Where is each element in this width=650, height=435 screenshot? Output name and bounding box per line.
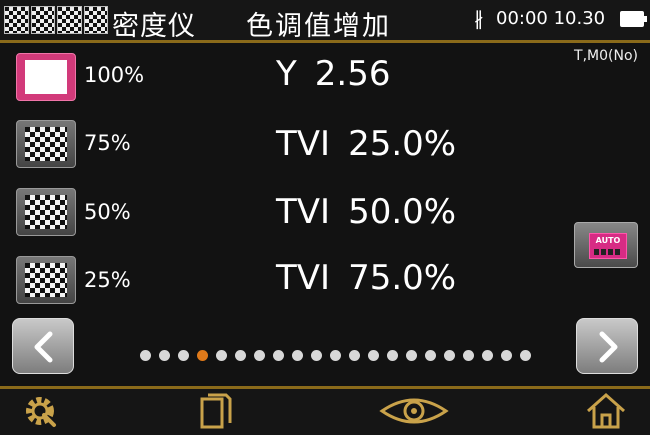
measurement-row-3: TVI 50.0% bbox=[276, 192, 456, 232]
page-dot bbox=[482, 350, 493, 361]
page-dot bbox=[273, 350, 284, 361]
patch-25-button[interactable] bbox=[16, 256, 76, 304]
patch-percent-75: 75% bbox=[84, 131, 131, 155]
battery-icon bbox=[620, 11, 647, 27]
measurement-value: 75.0% bbox=[348, 258, 457, 298]
header-bar: 密度仪 色调值增加 ∦ 00:00 10.30 bbox=[0, 0, 650, 43]
page-dot bbox=[406, 350, 417, 361]
page-dot bbox=[368, 350, 379, 361]
auto-label: AUTO bbox=[595, 236, 621, 245]
page-dot bbox=[311, 350, 322, 361]
bluetooth-icon: ∦ bbox=[474, 8, 484, 30]
measurement-mode-label: T,M0(No) bbox=[574, 48, 638, 64]
bottom-toolbar bbox=[0, 386, 650, 435]
clock-display: 00:00 10.30 bbox=[496, 8, 606, 29]
page-title: 色调值增加 bbox=[246, 11, 391, 42]
page-dot bbox=[140, 350, 151, 361]
page-dot bbox=[235, 350, 246, 361]
chevron-right-icon bbox=[599, 331, 618, 363]
measurement-label: TVI bbox=[276, 124, 331, 164]
page-dot bbox=[463, 350, 474, 361]
measurement-row-2: TVI 25.0% bbox=[276, 124, 456, 164]
eye-icon[interactable] bbox=[378, 391, 450, 431]
page-dot bbox=[501, 350, 512, 361]
page-dot-active bbox=[197, 350, 208, 361]
measurement-row-4: TVI 75.0% bbox=[276, 258, 456, 298]
page-dot bbox=[330, 350, 341, 361]
next-page-button[interactable] bbox=[576, 318, 638, 374]
gear-icon[interactable] bbox=[18, 391, 62, 431]
measurement-row-1: Y 2.56 bbox=[276, 54, 390, 94]
measurement-value: 25.0% bbox=[348, 124, 457, 164]
densitometer-screen: 密度仪 色调值增加 ∦ 00:00 10.30 T,M0(No) 100% Y2… bbox=[0, 0, 650, 435]
page-dot bbox=[178, 350, 189, 361]
patch-100-button[interactable] bbox=[16, 53, 76, 101]
patch-percent-50: 50% bbox=[84, 200, 131, 224]
home-icon[interactable] bbox=[584, 391, 628, 431]
measurement-label: Y bbox=[276, 54, 297, 94]
page-dot bbox=[292, 350, 303, 361]
measurement-value: 2.56 bbox=[314, 54, 391, 94]
page-dot bbox=[387, 350, 398, 361]
chevron-left-icon bbox=[34, 331, 53, 363]
patch-percent-100: 100% bbox=[84, 63, 145, 87]
measurement-value: 50.0% bbox=[348, 192, 457, 232]
prev-page-button[interactable] bbox=[12, 318, 74, 374]
page-indicator bbox=[140, 350, 531, 362]
page-dot bbox=[216, 350, 227, 361]
app-title: 密度仪 bbox=[112, 11, 196, 42]
measurement-label: TVI bbox=[276, 258, 331, 298]
page-dot bbox=[425, 350, 436, 361]
patch-75-button[interactable] bbox=[16, 120, 76, 168]
auto-button[interactable]: AUTO bbox=[574, 222, 638, 268]
auto-icon: AUTO bbox=[589, 233, 627, 259]
patch-50-button[interactable] bbox=[16, 188, 76, 236]
page-dot bbox=[349, 350, 360, 361]
documents-icon[interactable] bbox=[196, 391, 236, 433]
page-dot bbox=[254, 350, 265, 361]
page-dot bbox=[159, 350, 170, 361]
page-dot bbox=[520, 350, 531, 361]
measurement-label: TVI bbox=[276, 192, 331, 232]
app-logo bbox=[4, 6, 108, 34]
page-dot bbox=[444, 350, 455, 361]
patch-percent-25: 25% bbox=[84, 268, 131, 292]
